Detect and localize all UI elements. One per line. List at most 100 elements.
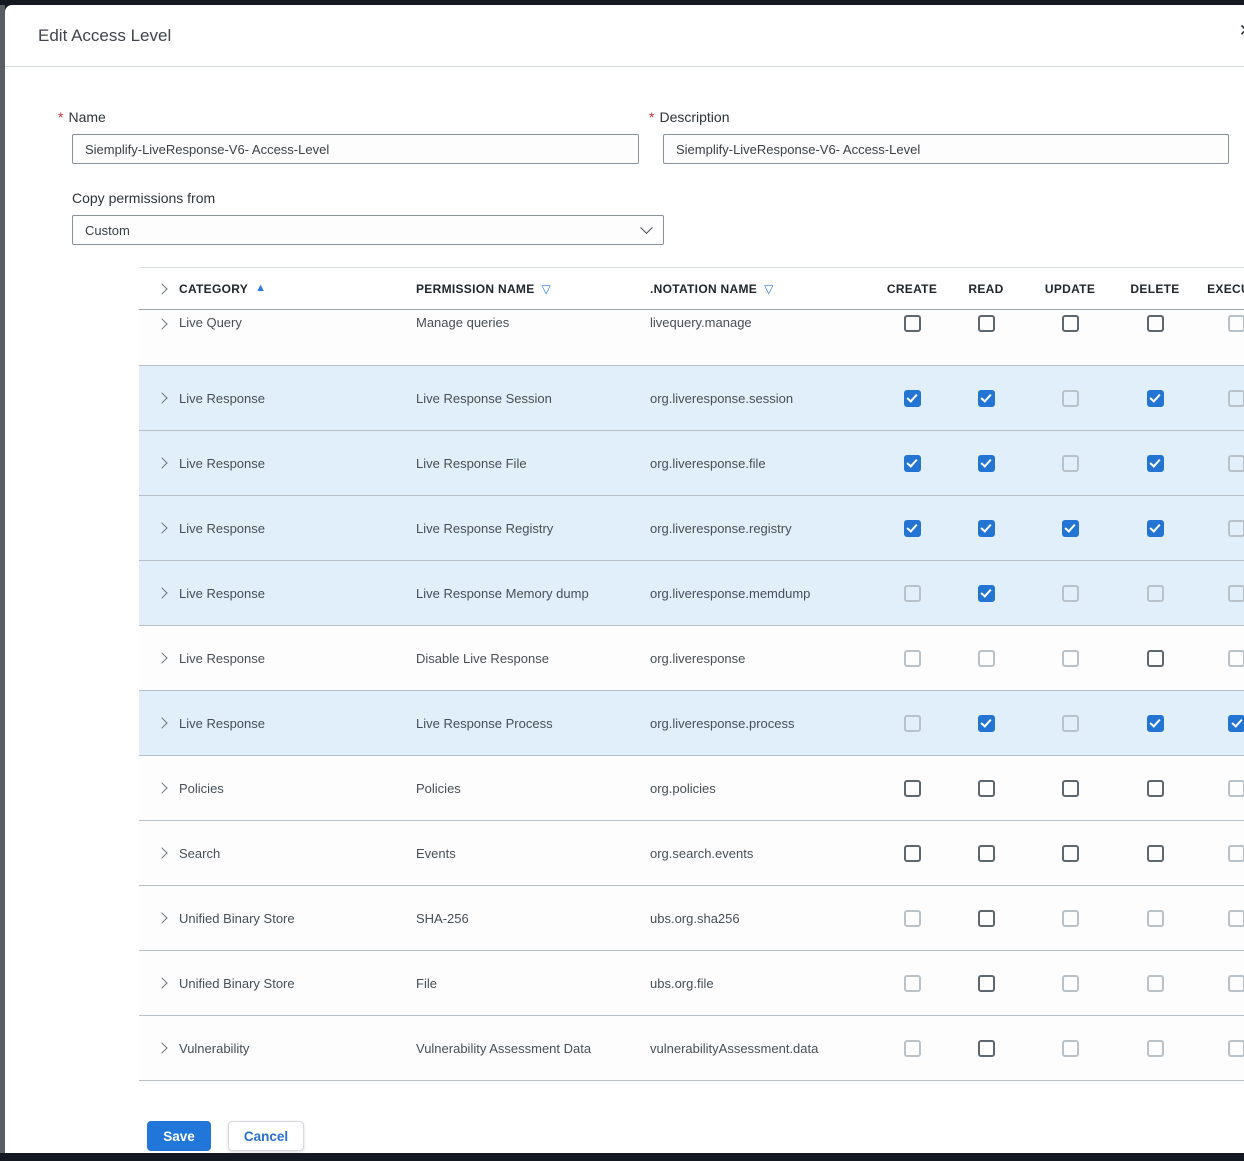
description-field-group: *Description [663,109,1229,164]
notation-cell: org.liveresponse.registry [650,521,874,536]
table-row: Live QueryManage querieslivequery.manage [139,310,1244,366]
read-checkbox[interactable] [978,715,995,732]
read-checkbox[interactable] [978,455,995,472]
category-cell: Live Response [179,391,416,406]
permission-cell: Live Response Memory dump [416,586,650,601]
create-checkbox[interactable] [904,390,921,407]
checkbox-cell [1118,650,1192,667]
delete-checkbox [1147,910,1164,927]
notation-cell: org.liveresponse [650,651,874,666]
category-cell: Live Response [179,586,416,601]
checkbox-cell [950,975,1022,992]
create-checkbox[interactable] [904,780,921,797]
row-expand-control[interactable] [139,849,179,857]
filter-icon[interactable]: ▽ [542,283,552,295]
save-button[interactable]: Save [147,1121,211,1151]
close-icon[interactable]: ✕ [1239,22,1244,39]
checkbox-cell [950,585,1022,602]
chevron-right-icon [156,1042,167,1053]
row-expand-control[interactable] [139,654,179,662]
row-expand-control[interactable] [139,784,179,792]
checkbox-cell [1118,1040,1192,1057]
category-cell: Live Response [179,456,416,471]
update-checkbox [1062,585,1079,602]
checkbox-cell [1022,650,1118,667]
read-checkbox[interactable] [978,390,995,407]
checkbox-cell [950,1040,1022,1057]
checkbox-cell [1022,975,1118,992]
name-input[interactable] [72,134,639,164]
column-header-category[interactable]: CATEGORY ▲ [179,282,416,296]
filter-icon[interactable]: ▽ [764,283,774,295]
checkbox-cell [874,910,950,927]
create-checkbox[interactable] [904,520,921,537]
read-checkbox[interactable] [978,780,995,797]
delete-checkbox[interactable] [1147,715,1164,732]
row-expand-control[interactable] [139,979,179,987]
delete-checkbox[interactable] [1147,780,1164,797]
table-row: Unified Binary StoreSHA-256ubs.org.sha25… [139,886,1244,951]
checkbox-cell [1192,520,1244,537]
notation-cell: org.search.events [650,846,874,861]
expand-all-header[interactable] [139,285,179,293]
checkbox-cell [874,455,950,472]
execute-checkbox [1228,585,1244,602]
notation-cell: org.liveresponse.memdump [650,586,874,601]
cancel-button[interactable]: Cancel [228,1121,304,1151]
copy-permissions-label: Copy permissions from [72,190,1244,206]
create-checkbox [904,1040,921,1057]
row-expand-control[interactable] [139,719,179,727]
delete-checkbox[interactable] [1147,315,1164,332]
row-expand-control[interactable] [139,589,179,597]
checkbox-cell [1192,715,1244,732]
column-header-permission-name[interactable]: PERMISSION NAME ▽ [416,282,650,296]
table-row: Live ResponseLive Response Processorg.li… [139,691,1244,756]
delete-checkbox[interactable] [1147,650,1164,667]
description-input[interactable] [663,134,1229,164]
copy-permissions-select[interactable]: Custom [72,215,664,245]
read-checkbox[interactable] [978,315,995,332]
dialog-footer: Save Cancel [72,1081,1244,1151]
delete-checkbox[interactable] [1147,390,1164,407]
required-asterisk: * [649,109,654,125]
column-header-notation-name[interactable]: .NOTATION NAME ▽ [650,282,874,296]
permission-cell: Live Response Process [416,716,650,731]
update-checkbox[interactable] [1062,315,1079,332]
execute-checkbox[interactable] [1228,715,1244,732]
chevron-right-icon [156,717,167,728]
row-expand-control[interactable] [139,1044,179,1052]
checkbox-cell [874,780,950,797]
read-checkbox[interactable] [978,910,995,927]
permission-cell: Vulnerability Assessment Data [416,1041,650,1056]
create-checkbox[interactable] [904,315,921,332]
category-cell: Live Query [179,315,416,330]
read-checkbox[interactable] [978,1040,995,1057]
row-expand-control[interactable] [139,524,179,532]
permissions-table: CATEGORY ▲ PERMISSION NAME ▽ .NOTATION N… [139,267,1244,1081]
checkbox-cell [950,520,1022,537]
read-checkbox[interactable] [978,845,995,862]
row-expand-control[interactable] [139,315,179,328]
row-expand-control[interactable] [139,394,179,402]
checkbox-cell [874,650,950,667]
checkbox-cell [874,390,950,407]
chevron-right-icon [156,782,167,793]
update-checkbox[interactable] [1062,780,1079,797]
delete-checkbox[interactable] [1147,455,1164,472]
update-checkbox [1062,455,1079,472]
create-checkbox [904,650,921,667]
chevron-right-icon [156,318,167,329]
delete-checkbox[interactable] [1147,520,1164,537]
update-checkbox[interactable] [1062,845,1079,862]
permission-cell: Events [416,846,650,861]
row-expand-control[interactable] [139,459,179,467]
row-expand-control[interactable] [139,914,179,922]
update-checkbox[interactable] [1062,520,1079,537]
delete-checkbox[interactable] [1147,845,1164,862]
read-checkbox[interactable] [978,975,995,992]
read-checkbox[interactable] [978,585,995,602]
create-checkbox[interactable] [904,455,921,472]
create-checkbox[interactable] [904,845,921,862]
checkbox-cell [1118,455,1192,472]
read-checkbox[interactable] [978,520,995,537]
